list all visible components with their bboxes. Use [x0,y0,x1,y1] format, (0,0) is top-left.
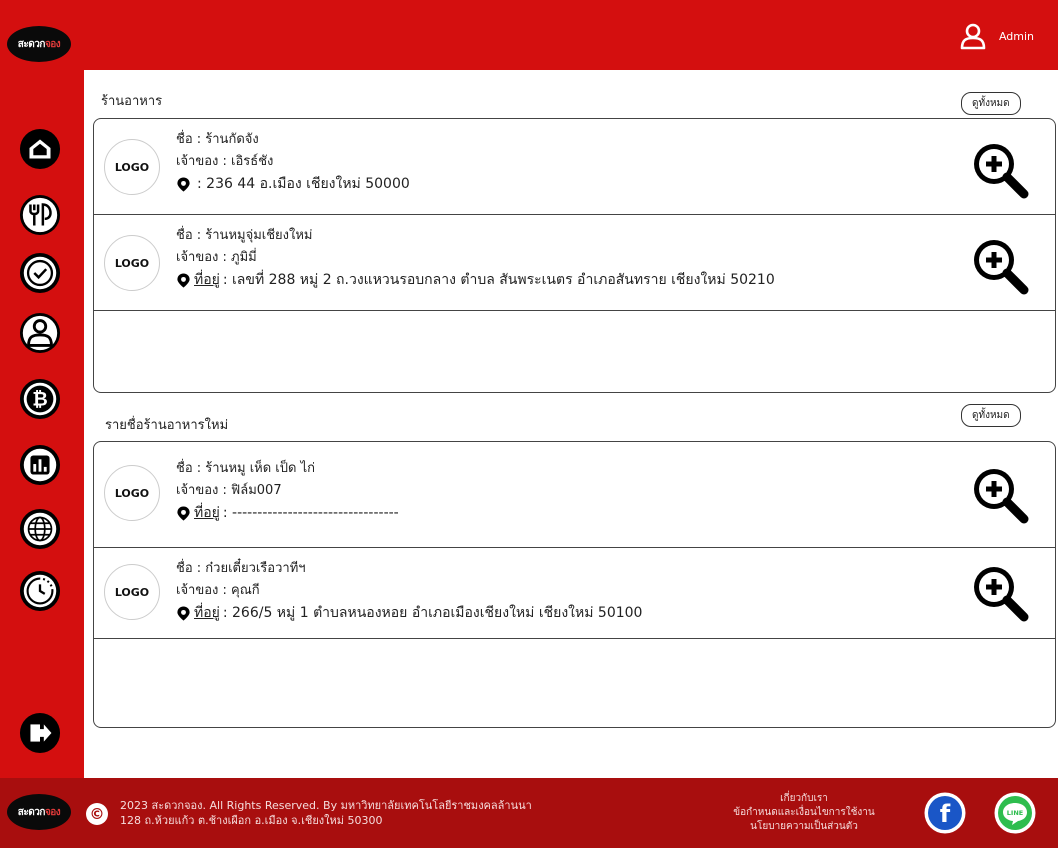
view-details-icon[interactable] [971,564,1029,622]
new-restaurant-row[interactable]: LOGO ชื่อ : ร้านหมู เห็ด เป็ด ไก่ เจ้าขอ… [94,442,1055,548]
restaurant-list: LOGO ชื่อ : ร้านกัดจัง เจ้าของ : เอิรธ์ช… [93,118,1056,393]
sidebar-item-history[interactable] [8,568,72,614]
restaurant-address: ที่อยู่: เลขที่ 288 หมู่ 2 ถ.วงแหวนรอบกล… [176,269,775,291]
restaurant-owner: เจ้าของ : ภูมิมี่ [176,250,257,265]
restaurant-name: ชื่อ : ร้านหมู เห็ด เป็ด ไก่ [176,461,315,476]
restaurant-logo: LOGO [104,235,160,291]
history-icon [19,570,61,612]
user-icon [19,312,61,354]
restaurant-address: ที่อยู่: -------------------------------… [176,502,399,524]
restaurant-address: : 236 44 อ.เมือง เชียงใหม่ 50000 [176,173,410,195]
view-details-icon[interactable] [971,466,1029,524]
globe-icon [19,508,61,550]
address-text: : เลขที่ 288 หมู่ 2 ถ.วงแหวนรอบกลาง ตำบล… [222,272,775,288]
restaurant-address: ที่อยู่: 266/5 หมู่ 1 ตำบลหนองหอย อำเภอเ… [176,602,642,624]
restaurant-info: ชื่อ : ก๋วยเตี๋ยวเรือวาทีฯ เจ้าของ : คุณ… [176,558,642,624]
facebook-icon: f [924,792,966,834]
view-details-icon[interactable] [971,141,1029,199]
copyright-icon: © [86,803,108,825]
copyright-line-1: 2023 สะดวกจอง. All Rights Reserved. By ม… [120,799,532,812]
restaurant-logo: LOGO [104,465,160,521]
location-pin-icon [177,176,190,192]
terms-link[interactable]: ข้อกำหนดและเงื่อนไขการใช้งาน [714,806,894,820]
restaurant-info: ชื่อ : ร้านหมูจุ่มเชียงใหม่ เจ้าของ : ภู… [176,225,775,291]
sidebar-item-logout[interactable] [8,710,72,756]
privacy-link[interactable]: นโยบายความเป็นส่วนตัว [714,820,894,834]
see-all-restaurants-button[interactable]: ดูทั้งหมด [961,92,1021,115]
see-all-new-restaurants-button[interactable]: ดูทั้งหมด [961,404,1021,427]
home-icon [19,128,61,170]
copyright-text: 2023 สะดวกจอง. All Rights Reserved. By ม… [120,798,532,828]
copyright-line-2: 128 ถ.ห้วยแก้ว ต.ช้างเผือก อ.เมือง จ.เชี… [120,814,383,827]
footer-links: เกี่ยวกับเรา ข้อกำหนดและเงื่อนไขการใช้งา… [714,792,894,834]
food-menu-icon [19,194,61,236]
sidebar-item-payment[interactable]: ₿ [8,376,72,422]
brand-logo-accent: จอง [44,38,61,50]
restaurant-owner: เจ้าของ : ฟิล์ม007 [176,483,282,498]
location-pin-icon [177,605,190,621]
location-pin-icon [177,505,190,521]
restaurant-logo: LOGO [104,139,160,195]
restaurant-owner: เจ้าของ : คุณกี [176,583,260,598]
footer-brand-logo[interactable]: สะดวก จอง [7,794,71,830]
brand-logo-main: สะดวก [17,38,46,50]
brand-logo-accent: จอง [44,806,61,818]
admin-menu[interactable]: Admin [959,22,1034,50]
check-icon [19,252,61,294]
logout-icon [19,712,61,754]
sidebar-item-web[interactable] [8,506,72,552]
line-icon: LINE [994,792,1036,834]
restaurant-info: ชื่อ : ร้านหมู เห็ด เป็ด ไก่ เจ้าของ : ฟ… [176,458,399,524]
restaurant-row[interactable]: LOGO ชื่อ : ร้านหมูจุ่มเชียงใหม่ เจ้าของ… [94,215,1055,311]
new-restaurant-row[interactable]: LOGO ชื่อ : ก๋วยเตี๋ยวเรือวาทีฯ เจ้าของ … [94,548,1055,639]
address-text: : 266/5 หมู่ 1 ตำบลหนองหอย อำเภอเมืองเชี… [222,605,643,621]
address-text: : --------------------------------- [222,505,399,521]
sidebar-item-food[interactable] [8,192,72,238]
sidebar-item-approve[interactable] [8,250,72,296]
address-label: ที่อยู่ [194,605,220,621]
view-details-icon[interactable] [971,237,1029,295]
sidebar-item-users[interactable] [8,310,72,356]
address-text: : 236 44 อ.เมือง เชียงใหม่ 50000 [197,176,410,192]
brand-logo[interactable]: สะดวก จอง [7,26,71,62]
bitcoin-icon: ₿ [19,378,61,420]
section-title-restaurants: ร้านอาหาร [101,94,163,109]
brand-logo-main: สะดวก [17,806,46,818]
sidebar: ₿ [0,70,84,778]
user-icon [960,23,986,50]
restaurant-owner: เจ้าของ : เอิรธ์ชัง [176,154,274,169]
address-label: ที่อยู่ [194,272,220,288]
restaurant-logo: LOGO [104,564,160,620]
svg-text:₿: ₿ [32,388,48,411]
chart-icon [19,444,61,486]
facebook-glyph: f [940,800,951,828]
line-button[interactable]: LINE [994,792,1036,834]
location-pin-icon [177,272,190,288]
restaurant-name: ชื่อ : ก๋วยเตี๋ยวเรือวาทีฯ [176,561,306,576]
admin-label: Admin [998,29,1034,43]
restaurant-row[interactable]: LOGO ชื่อ : ร้านกัดจัง เจ้าของ : เอิรธ์ช… [94,119,1055,215]
about-link[interactable]: เกี่ยวกับเรา [714,792,894,806]
line-glyph: LINE [1007,809,1023,817]
section-title-new-restaurants: รายชื่อร้านอาหารใหม่ [105,418,229,433]
new-restaurant-list: LOGO ชื่อ : ร้านหมู เห็ด เป็ด ไก่ เจ้าขอ… [93,441,1056,728]
sidebar-item-report[interactable] [8,442,72,488]
footer: สะดวก จอง © 2023 สะดวกจอง. All Rights Res… [0,778,1058,848]
top-bar: สะดวก จอง Admin [0,0,1058,70]
address-label: ที่อยู่ [194,505,220,521]
restaurant-name: ชื่อ : ร้านหมูจุ่มเชียงใหม่ [176,228,313,243]
restaurant-info: ชื่อ : ร้านกัดจัง เจ้าของ : เอิรธ์ชัง : … [176,129,410,195]
sidebar-item-home[interactable] [8,126,72,172]
restaurant-name: ชื่อ : ร้านกัดจัง [176,132,259,147]
facebook-button[interactable]: f [924,792,966,834]
